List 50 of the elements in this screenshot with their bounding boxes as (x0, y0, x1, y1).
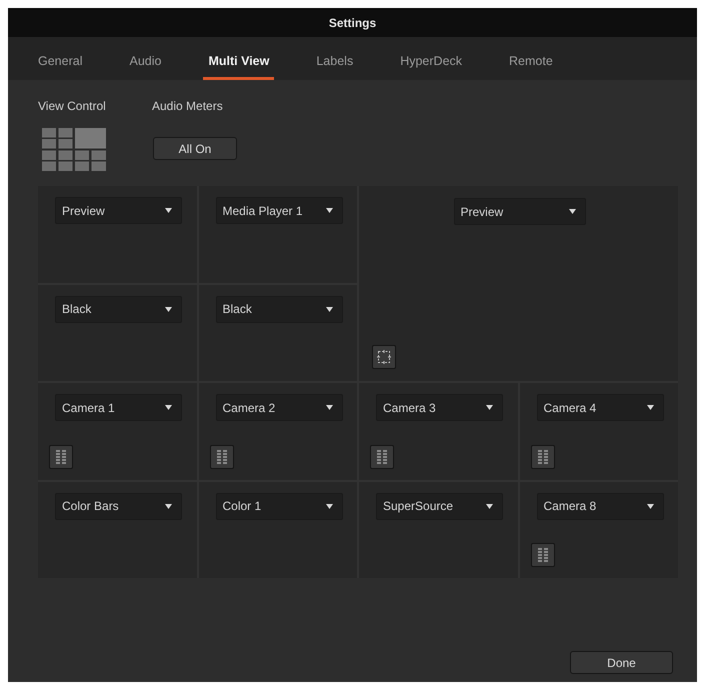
caret-icon (646, 405, 654, 410)
caret-icon (326, 208, 332, 213)
window-title: Settings (328, 16, 376, 30)
source-dropdown[interactable]: Camera 1 (55, 394, 182, 421)
caret-icon (165, 208, 172, 213)
all-on-button[interactable]: All On (153, 137, 237, 160)
tab[interactable]: Remote (504, 37, 558, 80)
bars-icon (56, 450, 66, 464)
bars-icon (538, 450, 548, 464)
caret-icon (326, 306, 332, 312)
audio-meters-label: Audio Meters (152, 98, 223, 114)
source-dropdown[interactable]: SuperSource (376, 492, 503, 520)
caret-icon (326, 405, 332, 410)
audio-meter-button[interactable] (49, 444, 73, 468)
view-control-label: View Control (38, 98, 106, 114)
tab[interactable]: Labels (311, 37, 358, 80)
source-dropdown[interactable]: Camera 8 (536, 492, 664, 520)
tab[interactable]: Audio (124, 37, 166, 80)
audio-meter-button[interactable] (530, 543, 554, 567)
tab[interactable]: General (33, 37, 88, 80)
source-dropdown[interactable]: Preview (55, 197, 182, 224)
audio-meter-button[interactable] (210, 444, 234, 468)
source-dropdown[interactable]: Color 1 (216, 492, 342, 520)
source-dropdown[interactable]: Camera 2 (216, 394, 342, 421)
source-dropdown[interactable]: Black (55, 296, 182, 322)
tab[interactable]: Multi View (203, 37, 274, 80)
source-dropdown[interactable]: Black (216, 296, 342, 322)
caret-icon (486, 504, 493, 508)
caret-icon (165, 405, 172, 410)
layout-grid-icon[interactable] (42, 128, 106, 171)
dashed-frame-icon (377, 350, 391, 364)
caret-icon (326, 504, 332, 508)
caret-icon (165, 306, 172, 312)
caret-icon (568, 209, 576, 214)
caret-icon (486, 405, 493, 410)
source-dropdown[interactable]: Preview (454, 198, 586, 225)
done-button[interactable]: Done (570, 651, 673, 674)
source-dropdown[interactable]: Camera 3 (376, 394, 503, 421)
source-dropdown[interactable]: Color Bars (55, 492, 182, 520)
audio-meter-button[interactable] (370, 444, 394, 468)
audio-meter-button[interactable] (530, 444, 554, 468)
bars-icon (538, 548, 548, 562)
caret-icon (646, 504, 654, 508)
bars-icon (216, 450, 226, 464)
bars-icon (377, 450, 387, 464)
source-dropdown[interactable]: Media Player 1 (216, 197, 342, 224)
source-dropdown[interactable]: Camera 4 (536, 394, 664, 421)
safe-area-button[interactable] (372, 345, 396, 369)
tab[interactable]: HyperDeck (395, 37, 468, 80)
caret-icon (165, 504, 172, 508)
